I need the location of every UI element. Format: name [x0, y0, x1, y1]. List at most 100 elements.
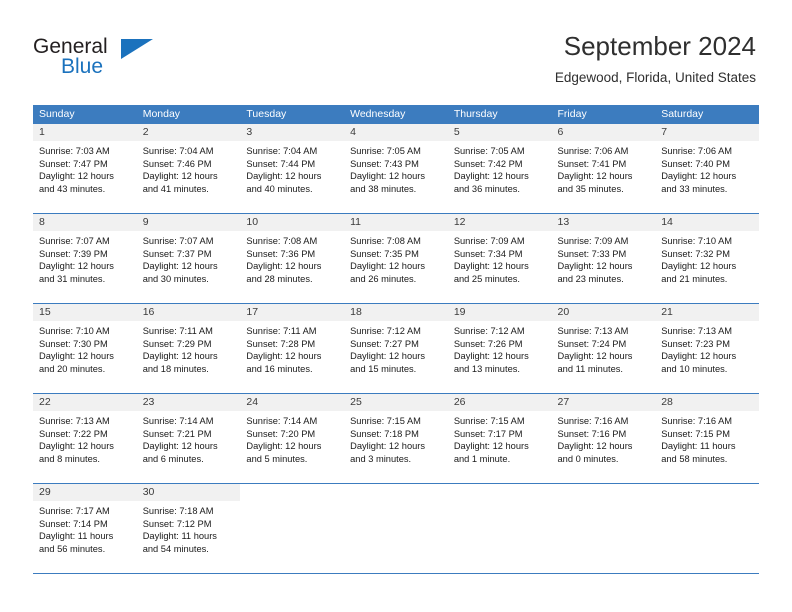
day-sunrise-text: Sunrise: 7:06 AM [557, 146, 629, 156]
day-number: 14 [661, 216, 673, 228]
day-number: 5 [453, 126, 460, 138]
day-info: Sunrise: 7:10 AM Sunset: 7:30 PM Daylight:… [33, 321, 137, 375]
day-number: 17 [246, 306, 259, 318]
day-number: 7 [661, 126, 668, 138]
day-info: Sunrise: 7:15 AM Sunset: 7:17 PM Daylight:… [448, 411, 552, 465]
day-sunset-text: Sunset: 7:12 PM [142, 518, 212, 529]
day-sunrise-text: Sunrise: 7:16 AM [557, 416, 629, 426]
day-number-band: 14 [655, 214, 759, 231]
day-cell-6[interactable]: 6 Sunrise: 7:06 AM Sunset: 7:41 PM Daylight… [551, 124, 656, 213]
day-cell-2[interactable]: 2 Sunrise: 7:04 AM Sunset: 7:46 PM Daylight… [136, 124, 241, 213]
day-info: Sunrise: 7:07 AM Sunset: 7:39 PM Daylight:… [33, 231, 137, 285]
day-sunrise-text: Sunrise: 7:10 AM [39, 326, 110, 336]
day-sunset-text: Sunset: 7:22 PM [39, 428, 108, 439]
day-info: Sunrise: 7:15 AM Sunset: 7:18 PM Daylight:… [344, 411, 448, 465]
day-sunset-text: Sunset: 7:29 PM [142, 338, 212, 349]
day-cell-27[interactable]: 27 Sunrise: 7:16 AM Sunset: 7:16 PM Dayligh… [551, 394, 656, 483]
day-cell-28[interactable]: 28 Sunrise: 7:16 AM Sunset: 7:15 PM Dayligh… [655, 394, 759, 483]
day-number-band: 23 [136, 394, 241, 411]
day-cell-11[interactable]: 11 Sunrise: 7:08 AM Sunset: 7:35 PM Dayligh… [344, 214, 448, 303]
weekday-header-thursday: Thursday [453, 108, 498, 120]
day-cell-25[interactable]: 25 Sunrise: 7:15 AM Sunset: 7:18 PM Dayligh… [344, 394, 448, 483]
day-daylight-2-text: and 25 minutes. [453, 273, 520, 284]
day-daylight-2-text: and 31 minutes. [39, 273, 106, 284]
day-number: 27 [557, 396, 570, 408]
day-sunrise-text: Sunrise: 7:11 AM [246, 326, 317, 336]
day-number-band: 7 [655, 124, 759, 141]
day-cell-10[interactable]: 10 Sunrise: 7:08 AM Sunset: 7:36 PM Dayligh… [240, 214, 345, 303]
day-cell-22[interactable]: 22 Sunrise: 7:13 AM Sunset: 7:22 PM Dayligh… [33, 394, 137, 483]
day-sunrise-text: Sunrise: 7:13 AM [557, 326, 629, 336]
day-number-band: 20 [551, 304, 656, 321]
day-cell-15[interactable]: 15 Sunrise: 7:10 AM Sunset: 7:30 PM Dayligh… [33, 304, 137, 393]
day-info: Sunrise: 7:09 AM Sunset: 7:34 PM Daylight:… [448, 231, 552, 285]
day-cell-9[interactable]: 9 Sunrise: 7:07 AM Sunset: 7:37 PM Daylight… [136, 214, 241, 303]
day-cell-13[interactable]: 13 Sunrise: 7:09 AM Sunset: 7:33 PM Dayligh… [551, 214, 656, 303]
day-cell-empty [655, 484, 759, 573]
day-daylight-1-text: Daylight: 12 hours [557, 351, 633, 362]
general-blue-logo[interactable]: General Blue [33, 36, 213, 86]
day-cell-4[interactable]: 4 Sunrise: 7:05 AM Sunset: 7:43 PM Daylight… [344, 124, 448, 213]
day-sunrise-text: Sunrise: 7:03 AM [39, 146, 110, 156]
day-number-band: 19 [447, 304, 552, 321]
day-daylight-1-text: Daylight: 12 hours [453, 261, 529, 272]
day-number: 9 [142, 216, 149, 228]
day-daylight-1-text: Daylight: 12 hours [557, 441, 633, 452]
day-sunset-text: Sunset: 7:30 PM [39, 338, 108, 349]
day-info: Sunrise: 7:12 AM Sunset: 7:27 PM Daylight:… [344, 321, 448, 375]
day-cell-24[interactable]: 24 Sunrise: 7:14 AM Sunset: 7:20 PM Dayligh… [240, 394, 345, 483]
week-row: 22 Sunrise: 7:13 AM Sunset: 7:22 PM Dayligh… [33, 394, 759, 484]
day-daylight-2-text: and 23 minutes. [557, 273, 624, 284]
day-number-band: 16 [136, 304, 241, 321]
day-number-band: 4 [344, 124, 448, 141]
day-daylight-2-text: and 15 minutes. [350, 363, 417, 374]
weekday-header-friday: Friday [557, 108, 587, 120]
day-cell-21[interactable]: 21 Sunrise: 7:13 AM Sunset: 7:23 PM Dayligh… [655, 304, 759, 393]
day-daylight-1-text: Daylight: 11 hours [39, 531, 114, 542]
day-sunrise-text: Sunrise: 7:12 AM [453, 326, 525, 336]
day-cell-8[interactable]: 8 Sunrise: 7:07 AM Sunset: 7:39 PM Daylight… [33, 214, 137, 303]
day-cell-14[interactable]: 14 Sunrise: 7:10 AM Sunset: 7:32 PM Dayligh… [655, 214, 759, 303]
day-cell-29[interactable]: 29 Sunrise: 7:17 AM Sunset: 7:14 PM Dayligh… [33, 484, 137, 573]
day-cell-20[interactable]: 20 Sunrise: 7:13 AM Sunset: 7:24 PM Dayligh… [551, 304, 656, 393]
day-cell-18[interactable]: 18 Sunrise: 7:12 AM Sunset: 7:27 PM Dayligh… [344, 304, 448, 393]
day-sunrise-text: Sunrise: 7:09 AM [557, 236, 629, 246]
day-daylight-2-text: and 6 minutes. [142, 453, 204, 464]
day-sunrise-text: Sunrise: 7:04 AM [246, 146, 318, 156]
day-daylight-2-text: and 3 minutes. [350, 453, 412, 464]
day-number-band: 26 [447, 394, 552, 411]
day-cell-5[interactable]: 5 Sunrise: 7:05 AM Sunset: 7:42 PM Daylight… [447, 124, 552, 213]
day-cell-3[interactable]: 3 Sunrise: 7:04 AM Sunset: 7:44 PM Daylight… [240, 124, 345, 213]
day-daylight-1-text: Daylight: 12 hours [557, 171, 633, 182]
day-cell-26[interactable]: 26 Sunrise: 7:15 AM Sunset: 7:17 PM Dayligh… [447, 394, 552, 483]
day-cell-17[interactable]: 17 Sunrise: 7:11 AM Sunset: 7:28 PM Dayligh… [240, 304, 345, 393]
day-sunrise-text: Sunrise: 7:07 AM [142, 236, 214, 246]
day-info: Sunrise: 7:13 AM Sunset: 7:23 PM Daylight:… [655, 321, 759, 375]
day-daylight-2-text: and 18 minutes. [142, 363, 209, 374]
day-sunrise-text: Sunrise: 7:08 AM [350, 236, 421, 246]
day-cell-30[interactable]: 30 Sunrise: 7:18 AM Sunset: 7:12 PM Dayligh… [136, 484, 241, 573]
day-number: 29 [39, 486, 51, 498]
day-sunrise-text: Sunrise: 7:05 AM [453, 146, 525, 156]
day-daylight-2-text: and 16 minutes. [246, 363, 313, 374]
day-cell-12[interactable]: 12 Sunrise: 7:09 AM Sunset: 7:34 PM Dayligh… [447, 214, 552, 303]
day-sunrise-text: Sunrise: 7:10 AM [661, 236, 733, 246]
day-number-band: 30 [136, 484, 241, 501]
day-cell-1[interactable]: 1 Sunrise: 7:03 AM Sunset: 7:47 PM Daylight… [33, 124, 137, 213]
weekday-header-tuesday: Tuesday [246, 108, 287, 120]
day-cell-empty [551, 484, 656, 573]
day-number: 23 [142, 396, 155, 408]
calendar-grid: Sunday Monday Tuesday Wednesday Thursday Frid… [33, 105, 759, 574]
day-number: 3 [246, 126, 253, 138]
week-row: 15 Sunrise: 7:10 AM Sunset: 7:30 PM Dayligh… [33, 304, 759, 394]
day-cell-19[interactable]: 19 Sunrise: 7:12 AM Sunset: 7:26 PM Dayligh… [447, 304, 552, 393]
day-number-band: 24 [240, 394, 345, 411]
day-cell-16[interactable]: 16 Sunrise: 7:11 AM Sunset: 7:29 PM Dayligh… [136, 304, 241, 393]
day-info: Sunrise: 7:04 AM Sunset: 7:44 PM Daylight:… [240, 141, 344, 195]
day-sunset-text: Sunset: 7:28 PM [246, 338, 316, 349]
day-info: Sunrise: 7:06 AM Sunset: 7:40 PM Daylight:… [655, 141, 759, 195]
day-cell-7[interactable]: 7 Sunrise: 7:06 AM Sunset: 7:40 PM Daylight… [655, 124, 759, 213]
day-daylight-1-text: Daylight: 12 hours [350, 441, 426, 452]
day-cell-23[interactable]: 23 Sunrise: 7:14 AM Sunset: 7:21 PM Dayligh… [136, 394, 241, 483]
day-sunset-text: Sunset: 7:24 PM [557, 338, 627, 349]
